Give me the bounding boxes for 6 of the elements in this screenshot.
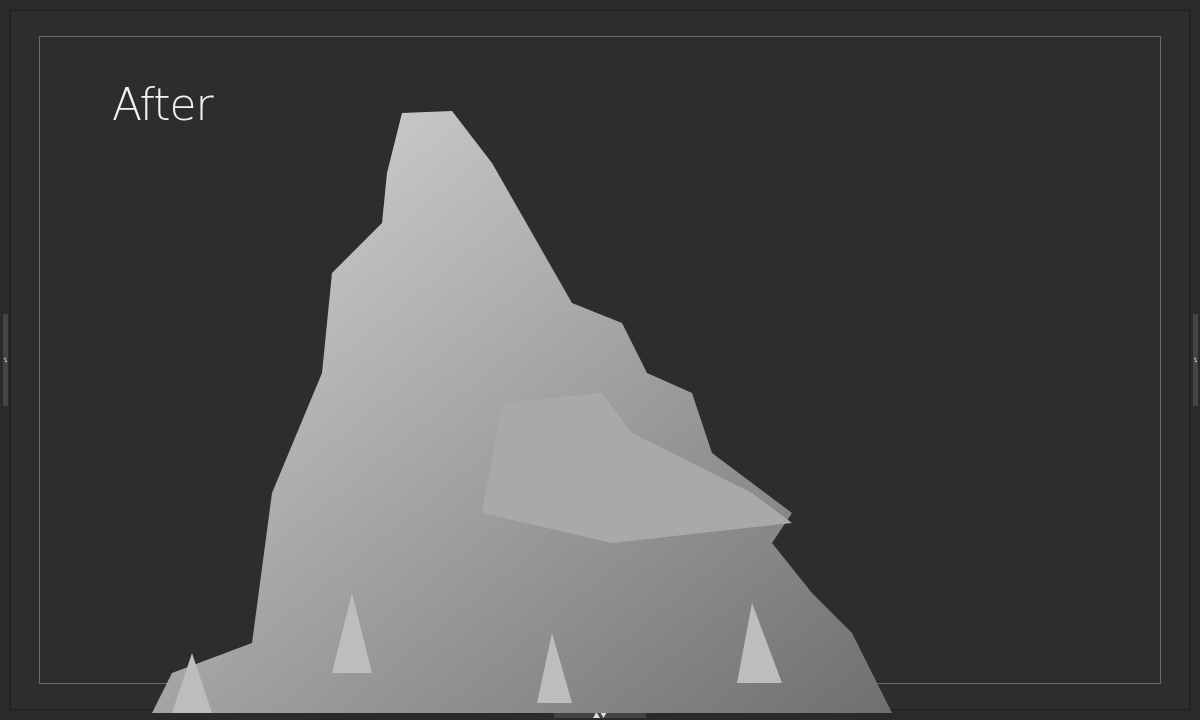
- viewport-canvas[interactable]: After: [10, 10, 1190, 710]
- viewport-label: After: [112, 79, 213, 130]
- panel-handle[interactable]: [1192, 314, 1198, 406]
- panel-handle[interactable]: [554, 712, 646, 718]
- panel-handle[interactable]: [2, 314, 8, 406]
- arrows-icon: [593, 712, 607, 718]
